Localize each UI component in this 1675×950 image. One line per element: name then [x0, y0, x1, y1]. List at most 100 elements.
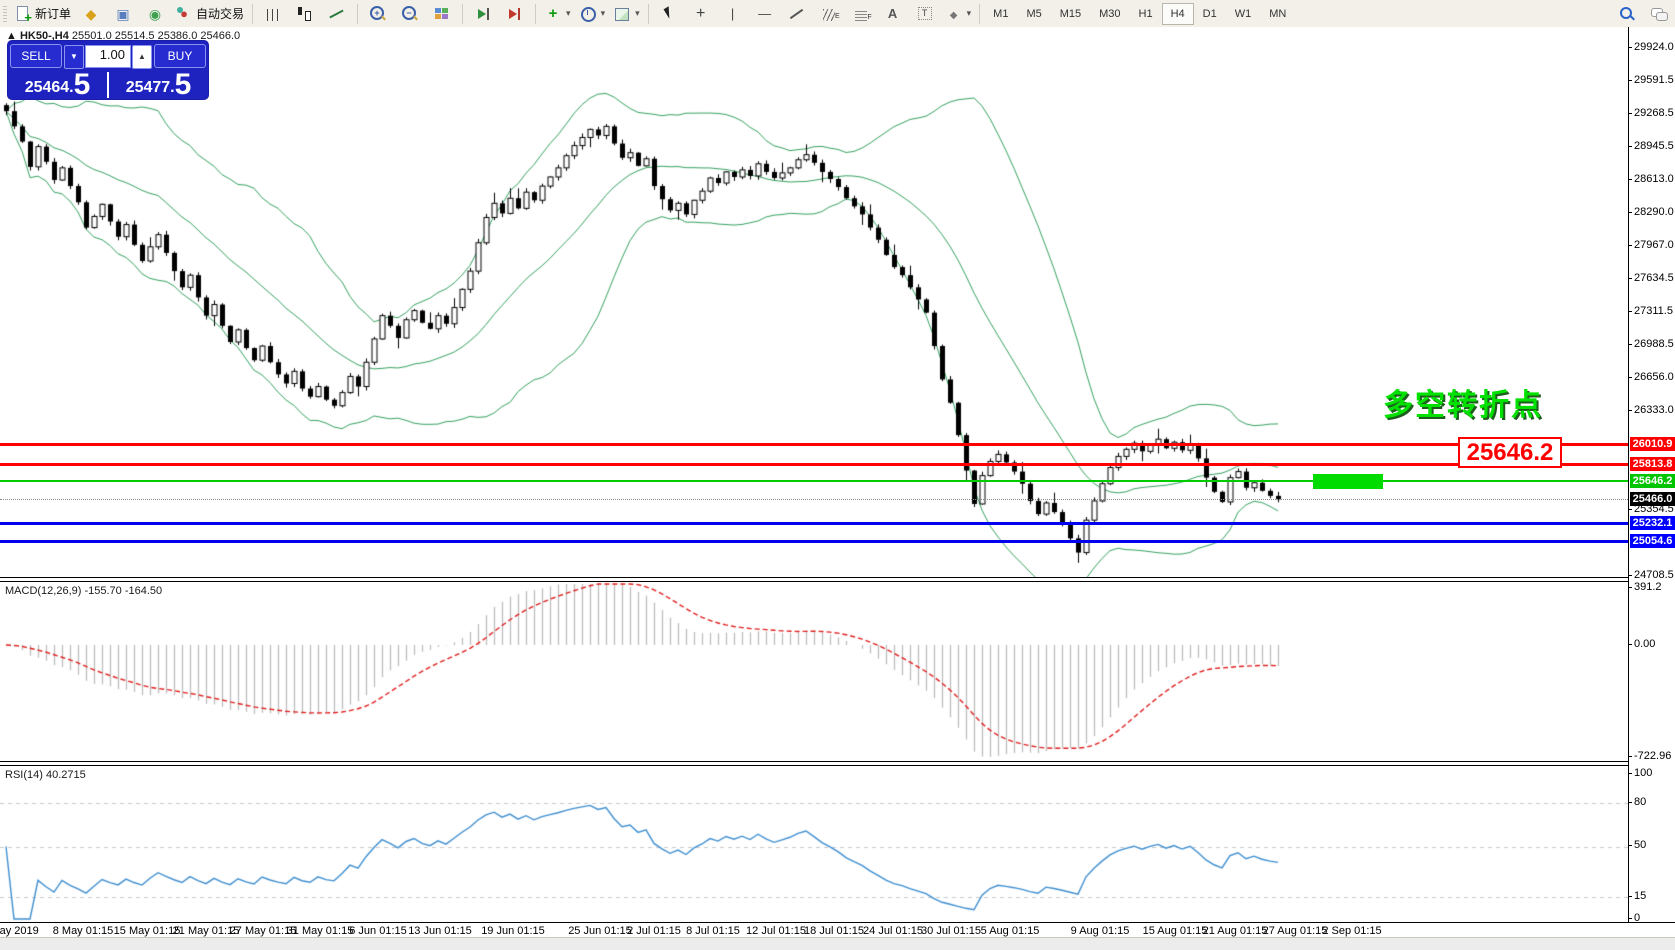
- line-chart-icon: [328, 5, 346, 23]
- label-icon: [916, 5, 934, 23]
- date-axis-label: 15 Aug 01:15: [1143, 925, 1208, 937]
- templates-button[interactable]: ▾: [609, 2, 644, 26]
- volume-down-button[interactable]: ▼: [64, 45, 84, 69]
- sell-price-base: 25464.: [25, 77, 74, 99]
- horizontal-level-line[interactable]: [0, 540, 1628, 543]
- terminal-button[interactable]: [107, 2, 139, 26]
- date-axis-label: 15 May 01:15: [114, 925, 181, 937]
- date-axis-label: 19 Jun 01:15: [481, 925, 545, 937]
- trendline-icon: [788, 5, 806, 23]
- price-axis-label: 27311.5: [1634, 305, 1673, 317]
- date-axis-label: 5 Aug 01:15: [981, 925, 1040, 937]
- chart-shift-button[interactable]: [499, 2, 531, 26]
- buy-button[interactable]: BUY: [154, 44, 206, 68]
- indicators-icon: [544, 5, 562, 23]
- periods-icon: [579, 5, 597, 23]
- label-button[interactable]: [909, 2, 941, 26]
- horizontal-level-line[interactable]: [0, 463, 1628, 466]
- price-axis-label: 29591.5: [1634, 74, 1674, 86]
- text-button[interactable]: [877, 2, 909, 26]
- price-badge: 26010.9: [1630, 437, 1675, 451]
- vertical-line-button[interactable]: [717, 2, 749, 26]
- trendline-button[interactable]: [781, 2, 813, 26]
- candle-chart-button[interactable]: [289, 2, 321, 26]
- new-order-button[interactable]: 新订单: [10, 2, 75, 26]
- publish-button[interactable]: [75, 2, 107, 26]
- rsi-indicator-label: RSI(14) 40.2715: [5, 769, 86, 781]
- indicator-axis-label: 0.00: [1634, 638, 1655, 650]
- timeframe-h4-button[interactable]: H4: [1162, 3, 1194, 25]
- auto-trading-button[interactable]: 自动交易: [171, 2, 248, 26]
- date-axis[interactable]: 2 May 20198 May 01:1515 May 01:1521 May …: [0, 922, 1675, 938]
- indicator-axis-label: -722.96: [1634, 750, 1671, 762]
- date-axis-label: 13 Jun 01:15: [408, 925, 472, 937]
- sell-button[interactable]: SELL: [10, 44, 62, 68]
- timeframe-m5-button[interactable]: M5: [1017, 3, 1050, 25]
- auto-scroll-button[interactable]: [467, 2, 499, 26]
- crosshair-button[interactable]: [685, 2, 717, 26]
- crosshair-icon: [692, 5, 710, 23]
- main-toolbar: 新订单自动交易▾▾▾▾M1M5M15M30H1H4D1W1MN: [0, 0, 1675, 28]
- sell-price[interactable]: 25464.5: [8, 70, 107, 100]
- channel-icon: [823, 9, 835, 21]
- chart-window: ▲ HK50-,H4 25501.0 25514.5 25386.0 25466…: [0, 27, 1675, 937]
- timeframe-m15-button[interactable]: M15: [1051, 3, 1090, 25]
- tile-windows-button[interactable]: [426, 2, 458, 26]
- text-icon: [884, 5, 902, 23]
- horizontal-level-line[interactable]: [0, 443, 1628, 446]
- date-axis-label: 12 Jul 01:15: [746, 925, 806, 937]
- horizontal-line-icon: [756, 5, 774, 23]
- timeframe-m1-button[interactable]: M1: [984, 3, 1017, 25]
- turning-point-annotation[interactable]: 多空转折点: [1383, 380, 1543, 424]
- timeframe-d1-button[interactable]: D1: [1194, 3, 1226, 25]
- chevron-down-icon: ▾: [967, 8, 972, 19]
- periods-button[interactable]: ▾: [575, 2, 610, 26]
- cursor-button[interactable]: [653, 2, 685, 26]
- timeframe-m30-button[interactable]: M30: [1090, 3, 1129, 25]
- volume-input[interactable]: 1.00: [85, 45, 131, 68]
- indicator-axis-label: 50: [1634, 839, 1646, 851]
- tile-windows-icon: [433, 5, 451, 23]
- zoom-out-icon: [401, 5, 419, 23]
- timeframe-h1-button[interactable]: H1: [1130, 3, 1162, 25]
- price-axis-label: 27634.5: [1634, 272, 1674, 284]
- timeframe-w1-button[interactable]: W1: [1226, 3, 1261, 25]
- indicators-button[interactable]: ▾: [540, 2, 575, 26]
- date-axis-label: 8 Jul 01:15: [686, 925, 740, 937]
- zoom-out-button[interactable]: [394, 2, 426, 26]
- price-axis-label: 28945.5: [1634, 140, 1674, 152]
- line-chart-button[interactable]: [321, 2, 353, 26]
- timeframe-mn-button[interactable]: MN: [1260, 3, 1295, 25]
- horizontal-level-line[interactable]: [0, 522, 1628, 525]
- date-axis-label: 30 Jul 01:15: [921, 925, 981, 937]
- signals-button[interactable]: [139, 2, 171, 26]
- search-button[interactable]: [1611, 2, 1643, 26]
- auto-scroll-icon: [474, 5, 492, 23]
- indicator-axis-label: 0: [1634, 912, 1640, 924]
- shapes-button[interactable]: ▾: [941, 2, 976, 26]
- price-axis-label: 26656.0: [1634, 371, 1674, 383]
- new-order-button-label: 新订单: [35, 5, 71, 22]
- price-axis[interactable]: 29924.029591.529268.528945.528613.028290…: [1628, 27, 1675, 922]
- price-axis-label: 28613.0: [1634, 173, 1674, 185]
- price-axis-label: 29924.0: [1634, 41, 1674, 53]
- volume-up-button[interactable]: ▲: [132, 45, 152, 69]
- one-click-trade-panel: SELL ▼ 1.00 ▲ BUY 25464.5 25477.5: [8, 41, 208, 99]
- bar-chart-button[interactable]: [257, 2, 289, 26]
- buy-price[interactable]: 25477.5: [109, 70, 208, 100]
- date-axis-label: 27 Aug 01:15: [1263, 925, 1328, 937]
- fibonacci-button[interactable]: [845, 2, 877, 26]
- date-axis-label: 9 Aug 01:15: [1071, 925, 1130, 937]
- price-axis-label: 29268.5: [1634, 107, 1674, 119]
- highlight-rectangle[interactable]: [1313, 474, 1383, 489]
- toolbar-separator: [648, 4, 649, 24]
- date-axis-label: 18 Jul 01:15: [804, 925, 864, 937]
- price-callout-box[interactable]: 25646.2: [1458, 437, 1562, 468]
- channel-button[interactable]: [813, 2, 845, 26]
- horizontal-level-line[interactable]: [0, 480, 1628, 482]
- date-axis-label: 24 Jul 01:15: [863, 925, 923, 937]
- horizontal-line-button[interactable]: [749, 2, 781, 26]
- chat-icon: [1650, 5, 1668, 23]
- zoom-in-button[interactable]: [362, 2, 394, 26]
- chat-button[interactable]: [1643, 2, 1675, 26]
